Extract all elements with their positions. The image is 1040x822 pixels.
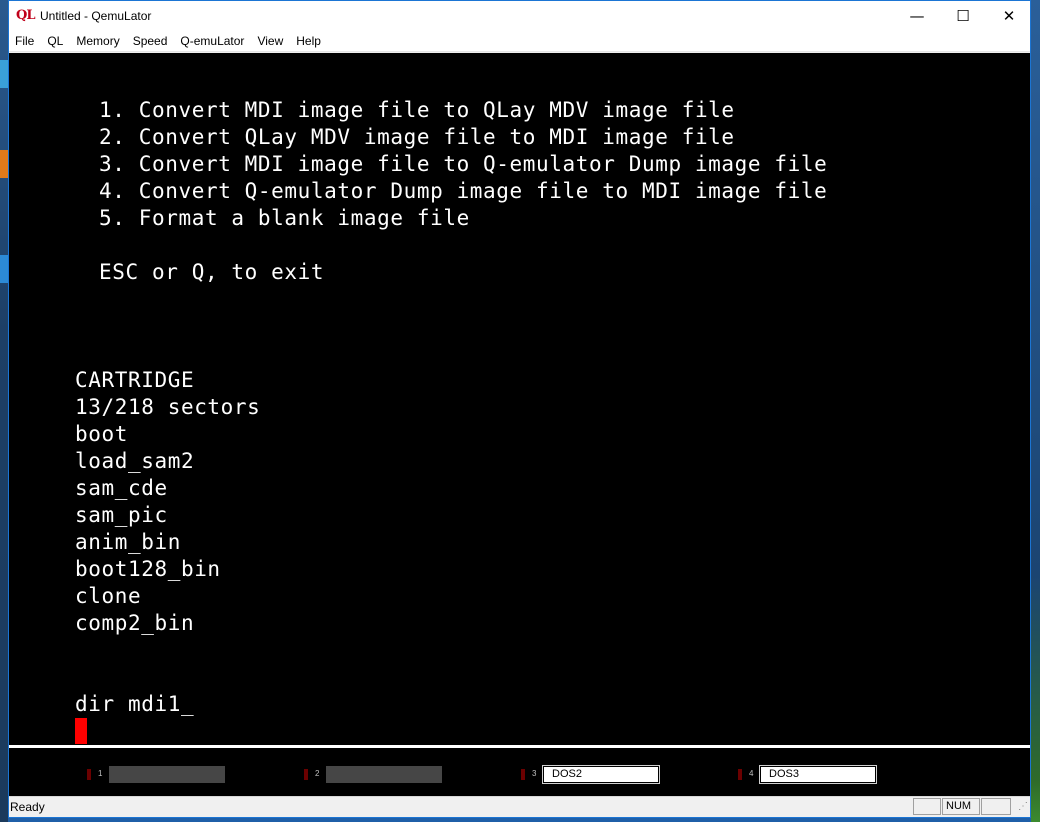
drive-4-led — [738, 769, 742, 780]
drive-3-number: 3 — [532, 769, 537, 778]
listing-line: comp2_bin — [75, 611, 195, 635]
command-line: dir mdi1_ — [75, 692, 195, 716]
drive-2-led — [304, 769, 308, 780]
menu-q-emulator[interactable]: Q-emuLator — [174, 34, 251, 48]
drive-2-slot[interactable] — [326, 766, 442, 783]
menu-option-4: 4. Convert Q-emulator Dump image file to… — [99, 179, 828, 203]
window-title: Untitled - QemuLator — [40, 9, 152, 23]
listing-line: sam_pic — [75, 503, 168, 527]
desktop-icon[interactable] — [0, 150, 8, 178]
listing-line: sam_cde — [75, 476, 168, 500]
menu-help[interactable]: Help — [290, 34, 328, 48]
status-pane-empty — [981, 798, 1011, 815]
drive-2-number: 2 — [315, 769, 320, 778]
drive-bar: 1 2 3 DOS2 4 DOS3 — [9, 748, 1030, 796]
minimize-button[interactable]: — — [894, 1, 940, 31]
drive-3-led — [521, 769, 525, 780]
drive-1-number: 1 — [98, 769, 103, 778]
listing-line: clone — [75, 584, 142, 608]
exit-hint: ESC or Q, to exit — [99, 260, 325, 284]
menu-option-1: 1. Convert MDI image file to QLay MDV im… — [99, 98, 735, 122]
menu-speed[interactable]: Speed — [127, 34, 175, 48]
status-bar: Ready NUM ⋰ — [9, 797, 1030, 817]
text-cursor — [75, 718, 87, 744]
close-button[interactable]: ✕ — [986, 1, 1032, 31]
drive-1-led — [87, 769, 91, 780]
maximize-button[interactable]: ☐ — [940, 1, 986, 31]
num-lock-indicator: NUM — [942, 798, 980, 815]
desktop-icon[interactable] — [0, 60, 8, 88]
menu-option-2: 2. Convert QLay MDV image file to MDI im… — [99, 125, 735, 149]
menu-memory[interactable]: Memory — [70, 34, 126, 48]
ql-screen[interactable]: 1. Convert MDI image file to QLay MDV im… — [9, 53, 1030, 745]
menu-option-3: 3. Convert MDI image file to Q-emulator … — [99, 152, 828, 176]
emulator-window: QL Untitled - QemuLator — ☐ ✕ File QL Me… — [8, 0, 1031, 818]
drive-4-slot[interactable]: DOS3 — [759, 765, 877, 784]
ql-app-icon: QL — [16, 8, 35, 23]
status-text: Ready — [10, 800, 45, 814]
desktop-background-left — [0, 0, 8, 822]
menu-view[interactable]: View — [251, 34, 290, 48]
listing-line: CARTRIDGE — [75, 368, 195, 392]
menu-bar: File QL Memory Speed Q-emuLator View Hel… — [9, 31, 1030, 52]
menu-ql[interactable]: QL — [41, 34, 70, 48]
drive-4-number: 4 — [749, 769, 754, 778]
resize-grip-icon[interactable]: ⋰ — [1018, 801, 1028, 812]
title-bar[interactable]: QL Untitled - QemuLator — ☐ ✕ — [9, 1, 1030, 31]
listing-line: boot128_bin — [75, 557, 221, 581]
desktop-background-right — [1031, 0, 1040, 822]
drive-1-slot[interactable] — [109, 766, 225, 783]
listing-line: load_sam2 — [75, 449, 195, 473]
desktop-icon[interactable] — [0, 255, 8, 283]
drive-3-slot[interactable]: DOS2 — [542, 765, 660, 784]
listing-line: 13/218 sectors — [75, 395, 261, 419]
status-pane-empty — [913, 798, 941, 815]
menu-option-5: 5. Format a blank image file — [99, 206, 470, 230]
listing-line: boot — [75, 422, 128, 446]
menu-file[interactable]: File — [9, 34, 41, 48]
listing-line: anim_bin — [75, 530, 181, 554]
